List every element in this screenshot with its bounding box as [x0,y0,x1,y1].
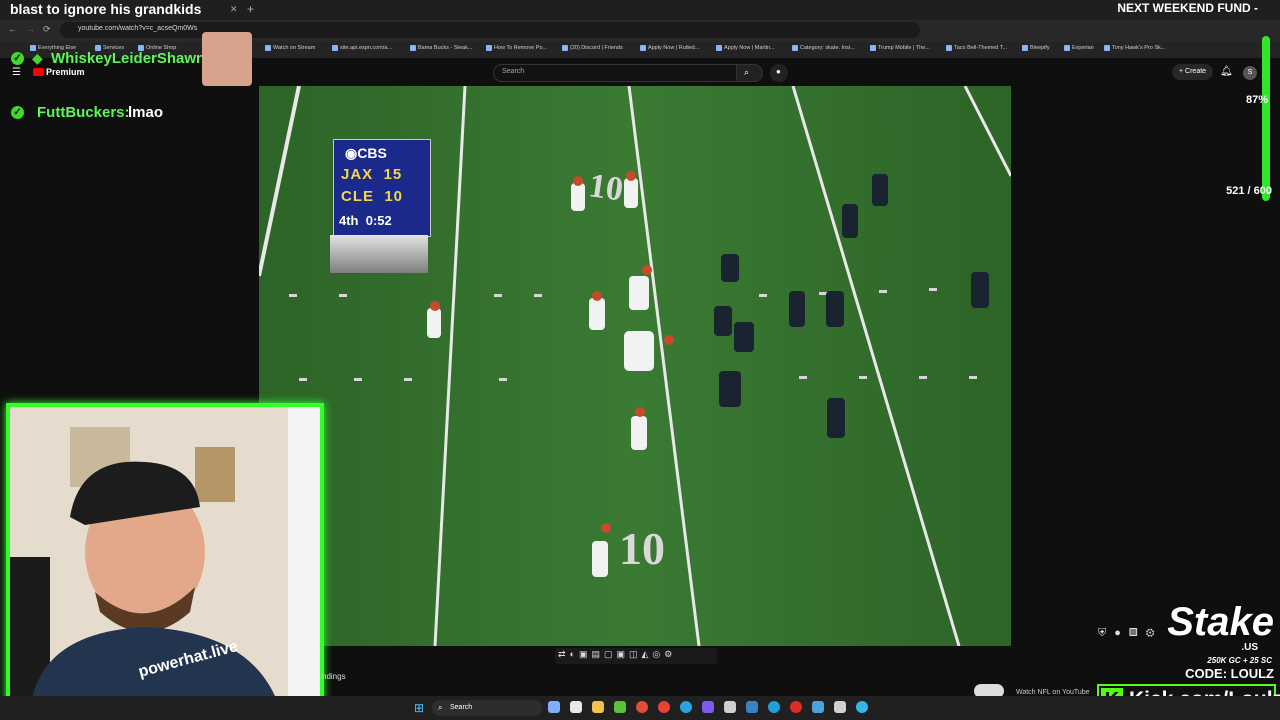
menu-icon[interactable]: ☰ [12,67,21,78]
edge-icon[interactable] [768,701,780,713]
yard-number-top: 10 [586,167,625,208]
telegram-icon[interactable] [680,701,692,713]
discord-icon[interactable] [702,701,714,713]
fund-count: 521 / 600 [1226,185,1272,197]
bookmark-item[interactable]: How To Remove Po... [486,45,547,51]
obs-icon[interactable] [790,701,802,713]
url-text: youtube.com/watch?v=c_acseQm0Ws [78,25,198,32]
app-icon[interactable] [834,701,846,713]
team1-score-row: JAX 15 [341,166,403,183]
taskbar-search[interactable]: ⌕ Search [432,700,542,716]
chat-badge-icon: ✓ [11,52,24,65]
youtube-logo-icon[interactable] [33,68,44,76]
fund-percent: 87% [1245,94,1268,106]
stake-code: CODE: LOULZ [1185,666,1274,681]
chat-message: lmao [128,104,164,121]
create-button[interactable]: + Create [1172,64,1214,80]
bookmark-item[interactable]: Tony Hawk's Pro Sk... [1104,45,1165,51]
app-icon[interactable] [724,701,736,713]
stake-bonus: 250K GC + 25 SC [1207,656,1272,665]
windows-start-icon[interactable]: ⊞ [414,701,424,715]
forward-icon[interactable]: → [26,24,35,34]
webcam-feed: powerhat.live [6,403,324,713]
team2-score-row: CLE 10 [341,188,404,205]
bookmark-item[interactable]: Trump Mobile | The... [870,45,930,51]
bookmark-item[interactable]: Bleepify [1022,45,1050,51]
search-box[interactable]: Search [493,64,737,82]
bookmark-item[interactable]: Apply Now | Rutled... [640,45,699,51]
network-logo: ◉CBS [345,145,387,161]
premium-label[interactable]: Premium [46,67,85,77]
chat-username: WhiskeyLeiderShawn: [51,50,211,67]
search-icon: ⌕ [744,67,750,77]
stake-logo: Stake [1167,600,1274,644]
bookmark-item[interactable]: Category: skate. Insi... [792,45,855,51]
stake-region: .US [1241,642,1258,653]
bookmark-item[interactable]: Bama Bucks - Steak... [410,45,472,51]
app-icon[interactable] [856,701,868,713]
new-tab-icon[interactable]: + [247,2,254,16]
search-placeholder: Search [502,68,525,75]
steam-icon[interactable] [548,701,560,713]
chat-username: FuttBuckers: [37,104,130,121]
chat-badge-icon: ✓ [11,106,24,119]
player-settings-icons[interactable]: ⛨●▤⚙ [1098,627,1163,640]
recommended-title[interactable]: Watch NFL on YouTube [1016,689,1090,696]
bookmark-item[interactable]: Taco Bell-Themed T... [946,45,1007,51]
search-icon: ⌕ [438,703,443,712]
search-button[interactable]: ⌕ [736,64,763,82]
files-icon[interactable] [570,701,582,713]
streamer-image: powerhat.live [10,407,320,709]
video-title-fragment: ndings [322,672,346,681]
player-controls-icons[interactable]: ⇄◐▣▤▢▣◫◭◎⚙ [558,649,676,660]
explorer-icon[interactable] [592,701,604,713]
bookmark-item[interactable]: Experian [1064,45,1094,51]
close-tab-icon[interactable]: ✕ [230,4,238,15]
back-icon[interactable]: ← [8,24,17,34]
emote-image [202,32,252,86]
notifications-icon[interactable]: 🔔︎ [1220,66,1233,77]
app-icon[interactable] [746,701,758,713]
yard-number-bottom: 10 [619,523,665,574]
fund-title: NEXT WEEKEND FUND - [1117,1,1258,15]
diamond-badge-icon: ◆ [32,50,43,66]
chrome-icon[interactable] [658,701,670,713]
reload-icon[interactable]: ⟳ [43,24,51,35]
app-icon[interactable] [812,701,824,713]
bookmark-item[interactable]: Apply Now | Martin... [716,45,775,51]
scorebug-footer [330,235,428,273]
mic-icon[interactable]: ● [770,64,788,82]
game-clock: 4th 0:52 [339,213,392,228]
fund-progress-bar [1262,36,1270,201]
bookmark-item[interactable]: site.api.espn.com/a... [332,45,392,51]
chrome-icon[interactable] [636,701,648,713]
bookmark-item[interactable]: (20) Discord | Friends [562,45,623,51]
tab-title[interactable]: blast to ignore his grandkids [10,0,201,18]
avatar[interactable]: S [1243,66,1257,80]
bookmark-item[interactable]: Watch on Stream [265,45,315,51]
xbox-icon[interactable] [614,701,626,713]
